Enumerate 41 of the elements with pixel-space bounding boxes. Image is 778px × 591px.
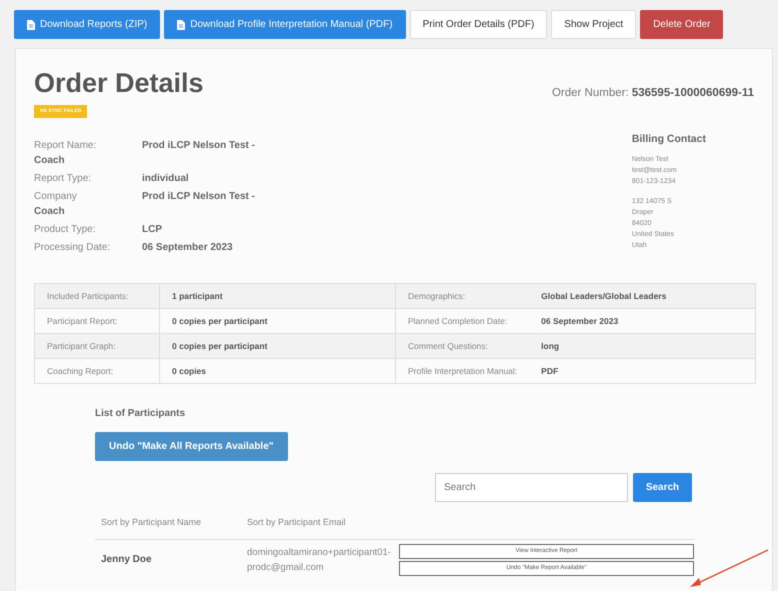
- field-value: Prod iLCP Nelson Test -: [142, 190, 256, 204]
- order-number: Order Number: 536595-1000060699-11: [552, 86, 754, 101]
- toolbar-button[interactable]: Show Project: [551, 10, 636, 39]
- file-icon: [177, 20, 186, 30]
- participant-email: domingoaltamirano+participant01-prodc@gmail.com: [247, 546, 392, 575]
- sort-link[interactable]: Sort by Participant Name: [101, 516, 247, 530]
- field-value: 06 September 2023: [142, 241, 234, 256]
- toolbar-button[interactable]: Download Reports (ZIP): [14, 10, 160, 39]
- field-label: Company: [34, 190, 78, 204]
- search-button[interactable]: Search: [633, 473, 692, 502]
- sort-link[interactable]: Sort by Participant Email: [247, 516, 346, 530]
- field-label: Report Name:: [34, 139, 98, 154]
- page-title: Order Details: [34, 69, 204, 99]
- file-icon: [27, 20, 35, 30]
- billing-heading: Billing Contact: [632, 133, 706, 146]
- table-cell: Comment Questions:: [396, 334, 530, 359]
- table-cell: Included Participants:: [34, 284, 160, 309]
- undo-all-button[interactable]: Undo "Make All Reports Available": [95, 432, 288, 462]
- field-label: Report Type:: [34, 172, 92, 186]
- table-cell: 1 participant: [160, 284, 396, 309]
- field-value: Coach: [34, 154, 66, 168]
- table-cell: PDF: [529, 358, 756, 384]
- section-heading: List of Participants: [95, 407, 186, 422]
- table-cell: Global Leaders/Global Leaders: [529, 284, 756, 309]
- field-label: Processing Date:: [34, 241, 112, 256]
- field-label: Product Type:: [34, 223, 97, 238]
- table-cell: 0 copies: [160, 358, 396, 384]
- table-cell: long: [529, 334, 756, 359]
- table-cell: Coaching Report:: [34, 358, 160, 384]
- toolbar-button[interactable]: Print Order Details (PDF): [410, 10, 548, 39]
- toolbar-button[interactable]: Download Profile Interpretation Manual (PDF): [164, 10, 406, 39]
- field-value: individual: [142, 172, 190, 186]
- field-value: LCP: [142, 223, 163, 238]
- toolbar-button[interactable]: Delete Order: [640, 10, 724, 39]
- table-cell: 0 copies per participant: [160, 334, 396, 359]
- participant-name: Jenny Doe: [101, 553, 153, 568]
- table-cell: Demographics:: [396, 284, 530, 309]
- field-value: Coach: [34, 205, 66, 220]
- table-cell: Participant Graph:: [34, 334, 160, 359]
- search-field[interactable]: Search: [435, 473, 628, 502]
- field-value: Prod iLCP Nelson Test -: [142, 139, 256, 154]
